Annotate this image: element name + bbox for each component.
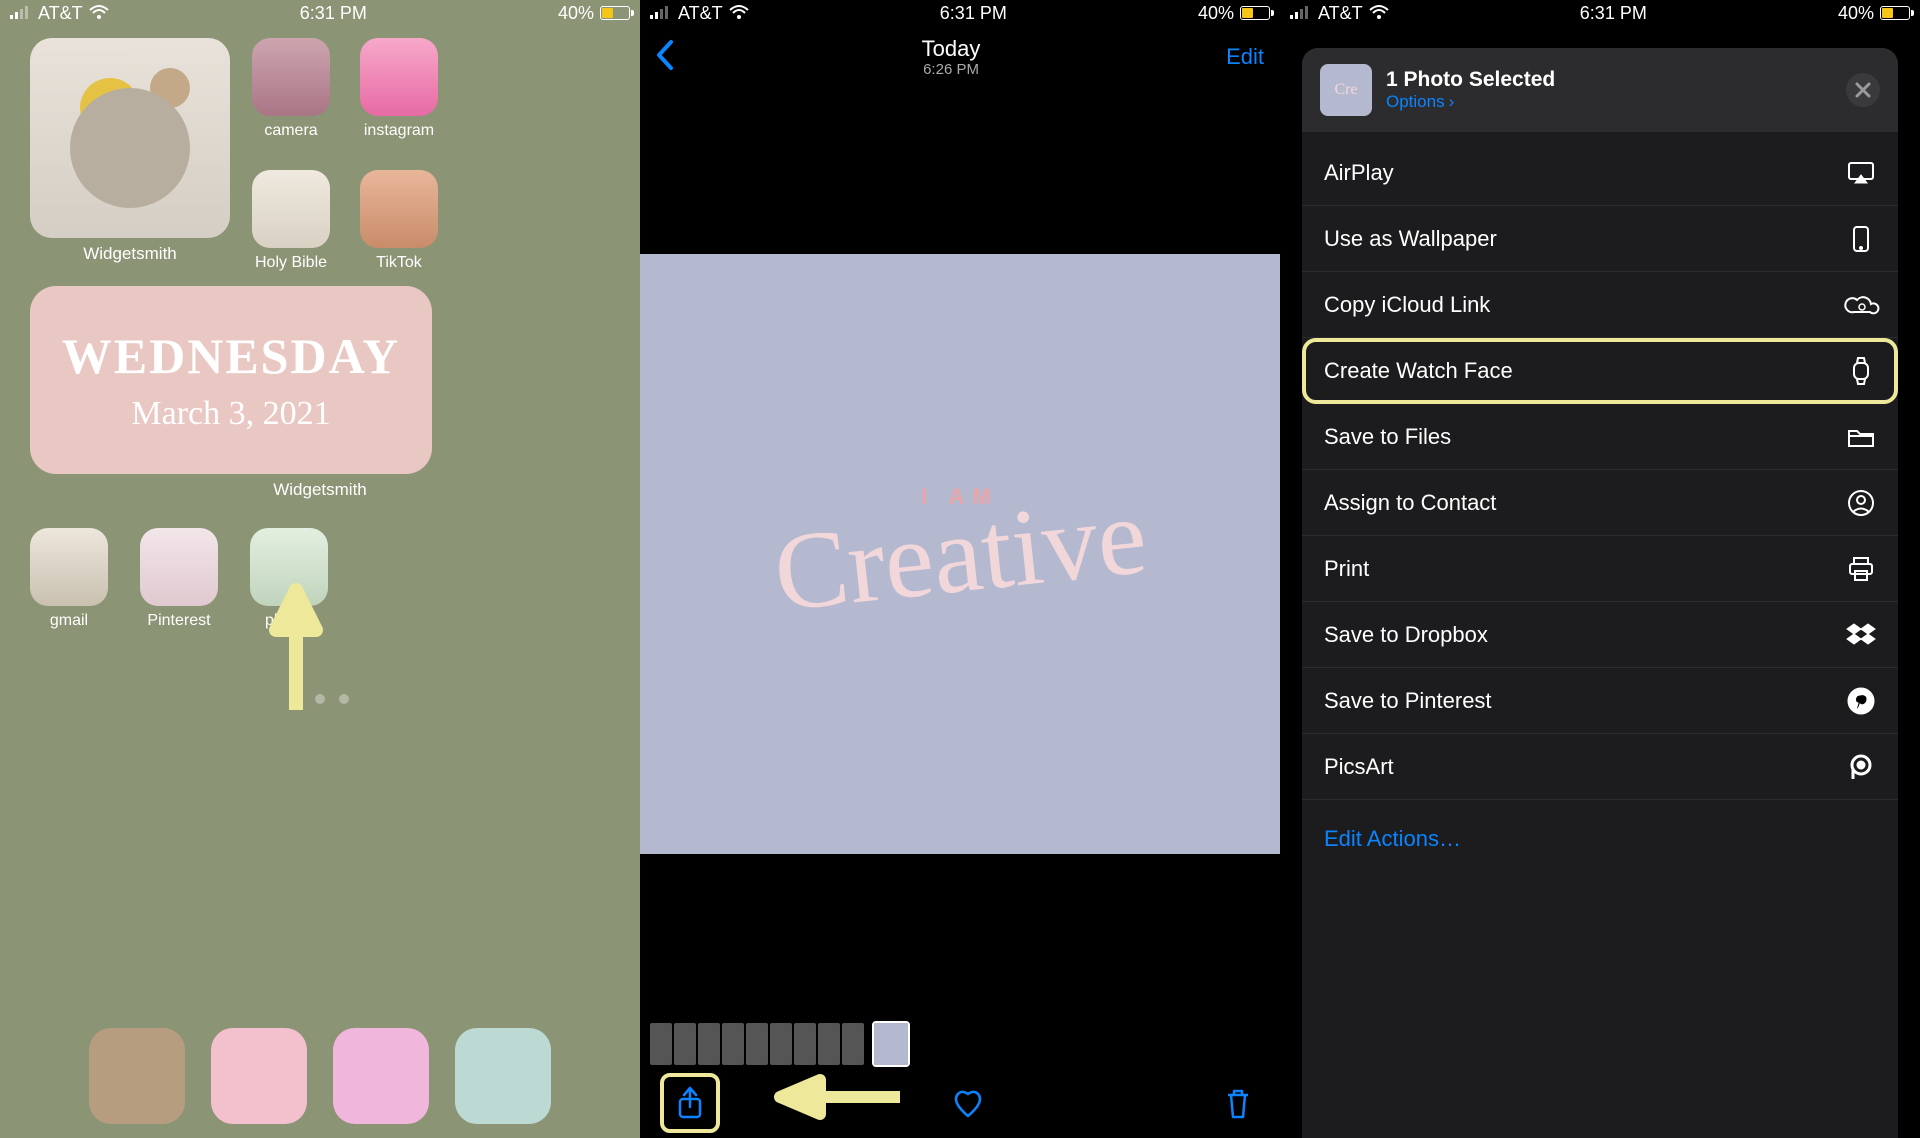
nav-title: Today (922, 36, 981, 61)
photos-app-panel: AT&T 6:31 PM 40% Today 6:26 PM Edit I AM… (640, 0, 1280, 1138)
status-bar: AT&T 6:31 PM 40% (1280, 0, 1920, 26)
battery-pct: 40% (1838, 3, 1874, 24)
edit-actions-button[interactable]: Edit Actions… (1302, 808, 1898, 870)
battery-icon (1240, 6, 1270, 20)
action-save-to-dropbox[interactable]: Save to Dropbox (1302, 602, 1898, 668)
wifi-icon (89, 3, 109, 24)
edit-button[interactable]: Edit (1226, 44, 1264, 70)
battery-icon (1880, 6, 1910, 20)
cloud-link-icon (1846, 290, 1876, 320)
battery-icon (600, 6, 630, 20)
status-time: 6:31 PM (1580, 3, 1647, 24)
wifi-icon (729, 3, 749, 24)
app-pinterest[interactable]: Pinterest (140, 528, 218, 630)
widgetsmith-large-widget[interactable] (30, 38, 230, 238)
share-sheet-panel: AT&T 6:31 PM 40% Cre 1 Photo Selected Op… (1280, 0, 1920, 1138)
app-gmail[interactable]: gmail (30, 528, 108, 630)
homescreen-panel: AT&T 6:31 PM 40% Widgetsmith camera inst… (0, 0, 640, 1138)
share-action-list: AirPlay Use as Wallpaper Copy iCloud Lin… (1302, 132, 1898, 808)
delete-button[interactable] (1216, 1081, 1260, 1125)
app-tiktok[interactable]: TikTok (360, 170, 438, 272)
back-button[interactable] (656, 40, 676, 75)
share-button[interactable] (668, 1081, 712, 1125)
image-text-script: Creative (768, 471, 1152, 636)
pinterest-icon (1846, 686, 1876, 716)
share-sheet-title: 1 Photo Selected (1386, 68, 1555, 92)
annotation-highlight-box (660, 1073, 720, 1133)
app-holy-bible[interactable]: Holy Bible (252, 170, 330, 272)
carrier-label: AT&T (38, 3, 83, 24)
status-time: 6:31 PM (300, 3, 367, 24)
action-copy-icloud-link[interactable]: Copy iCloud Link (1302, 272, 1898, 338)
printer-icon (1846, 554, 1876, 584)
widget-large-label: Widgetsmith (30, 244, 230, 264)
share-sheet: Cre 1 Photo Selected Options› AirPlay Us… (1302, 48, 1898, 1138)
nav-subtitle: 6:26 PM (922, 61, 981, 78)
widget-day: WEDNESDAY (62, 327, 400, 385)
selected-thumbnail[interactable] (874, 1023, 908, 1065)
share-sheet-options-button[interactable]: Options› (1386, 92, 1555, 112)
action-create-watch-face[interactable]: Create Watch Face (1302, 338, 1898, 404)
photos-navbar: Today 6:26 PM Edit (640, 26, 1280, 88)
dock-app-3[interactable] (333, 1028, 429, 1124)
widgetsmith-medium-widget[interactable]: WEDNESDAY March 3, 2021 (30, 286, 432, 474)
wifi-icon (1369, 3, 1389, 24)
carrier-label: AT&T (678, 3, 723, 24)
action-print[interactable]: Print (1302, 536, 1898, 602)
widget-medium-label: Widgetsmith (30, 480, 610, 500)
widget-date: March 3, 2021 (131, 395, 330, 433)
app-instagram[interactable]: instagram (360, 38, 438, 140)
annotation-arrow-up-icon (270, 590, 322, 710)
dock (0, 1028, 640, 1124)
status-time: 6:31 PM (940, 3, 1007, 24)
battery-pct: 40% (1198, 3, 1234, 24)
chevron-right-icon: › (1449, 92, 1455, 112)
action-assign-to-contact[interactable]: Assign to Contact (1302, 470, 1898, 536)
dock-app-4[interactable] (455, 1028, 551, 1124)
signal-bars-icon (1290, 3, 1312, 24)
app-camera[interactable]: camera (252, 38, 330, 140)
close-button[interactable] (1846, 73, 1880, 107)
status-bar: AT&T 6:31 PM 40% (0, 0, 640, 26)
signal-bars-icon (10, 3, 32, 24)
person-circle-icon (1846, 488, 1876, 518)
action-picsart[interactable]: PicsArt (1302, 734, 1898, 800)
action-airplay[interactable]: AirPlay (1302, 140, 1898, 206)
status-bar: AT&T 6:31 PM 40% (640, 0, 1280, 26)
airplay-icon (1846, 158, 1876, 188)
dropbox-icon (1846, 620, 1876, 650)
phone-icon (1846, 224, 1876, 254)
folder-icon (1846, 422, 1876, 452)
share-sheet-header: Cre 1 Photo Selected Options› (1302, 48, 1898, 132)
annotation-arrow-left-icon (780, 1074, 900, 1120)
signal-bars-icon (650, 3, 672, 24)
photo-thumbnail-strip[interactable] (640, 1020, 1280, 1068)
action-use-as-wallpaper[interactable]: Use as Wallpaper (1302, 206, 1898, 272)
photo-viewer[interactable]: I AM Creative (640, 88, 1280, 1020)
battery-pct: 40% (558, 3, 594, 24)
carrier-label: AT&T (1318, 3, 1363, 24)
picsart-icon (1846, 752, 1876, 782)
share-sheet-thumbnail: Cre (1320, 64, 1372, 116)
dock-app-2[interactable] (211, 1028, 307, 1124)
photo-toolbar (640, 1068, 1280, 1138)
dock-app-1[interactable] (89, 1028, 185, 1124)
watch-icon (1846, 356, 1876, 386)
favorite-button[interactable] (946, 1081, 990, 1125)
action-save-to-pinterest[interactable]: Save to Pinterest (1302, 668, 1898, 734)
action-save-to-files[interactable]: Save to Files (1302, 404, 1898, 470)
